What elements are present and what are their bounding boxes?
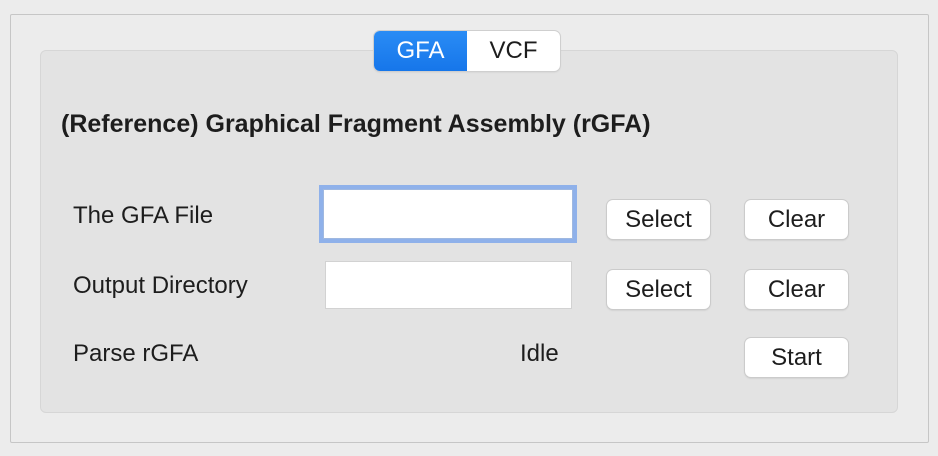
gfa-file-field[interactable] xyxy=(323,189,573,239)
tab-gfa[interactable]: GFA xyxy=(374,31,467,71)
output-directory-label: Output Directory xyxy=(73,272,248,299)
start-button[interactable]: Start xyxy=(745,338,848,377)
tab-segmented-control: GFA VCF xyxy=(374,31,560,71)
panel-title: (Reference) Graphical Fragment Assembly … xyxy=(61,110,651,138)
tab-vcf[interactable]: VCF xyxy=(467,31,560,71)
output-directory-field[interactable] xyxy=(325,261,572,309)
output-directory-select-button[interactable]: Select xyxy=(607,270,710,309)
parse-status-text: Idle xyxy=(520,340,559,367)
output-directory-clear-button[interactable]: Clear xyxy=(745,270,848,309)
gfa-file-select-button[interactable]: Select xyxy=(607,200,710,239)
parse-rgfa-label: Parse rGFA xyxy=(73,340,199,367)
gfa-file-label: The GFA File xyxy=(73,202,214,229)
gfa-file-clear-button[interactable]: Clear xyxy=(745,200,848,239)
